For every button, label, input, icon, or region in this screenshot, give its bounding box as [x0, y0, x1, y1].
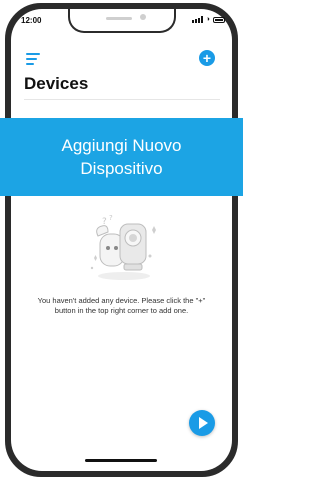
notch — [67, 9, 176, 33]
plus-circle-icon[interactable]: + — [199, 50, 215, 66]
status-icons: ◑ — [191, 16, 225, 23]
page-title: Devices — [24, 74, 89, 93]
camera-mascot-illustration: ? ? — [90, 214, 156, 280]
hamburger-menu-icon[interactable] — [26, 53, 42, 66]
wifi-icon: ◑ — [205, 16, 210, 23]
play-button[interactable] — [189, 410, 215, 436]
battery-icon — [213, 16, 225, 23]
empty-state-message: You haven't added any device. Please cli… — [37, 296, 206, 315]
front-camera — [139, 14, 146, 20]
add-device-banner: Aggiungi Nuovo Dispositivo — [0, 118, 243, 196]
banner-text: Aggiungi Nuovo Dispositivo — [61, 136, 182, 178]
svg-text:?: ? — [109, 214, 113, 222]
header-divider — [24, 99, 220, 100]
signal-icon — [191, 16, 203, 23]
status-time: 12:00 — [21, 16, 42, 25]
svg-text:?: ? — [102, 217, 107, 227]
speaker — [105, 17, 132, 20]
home-indicator — [85, 459, 157, 462]
